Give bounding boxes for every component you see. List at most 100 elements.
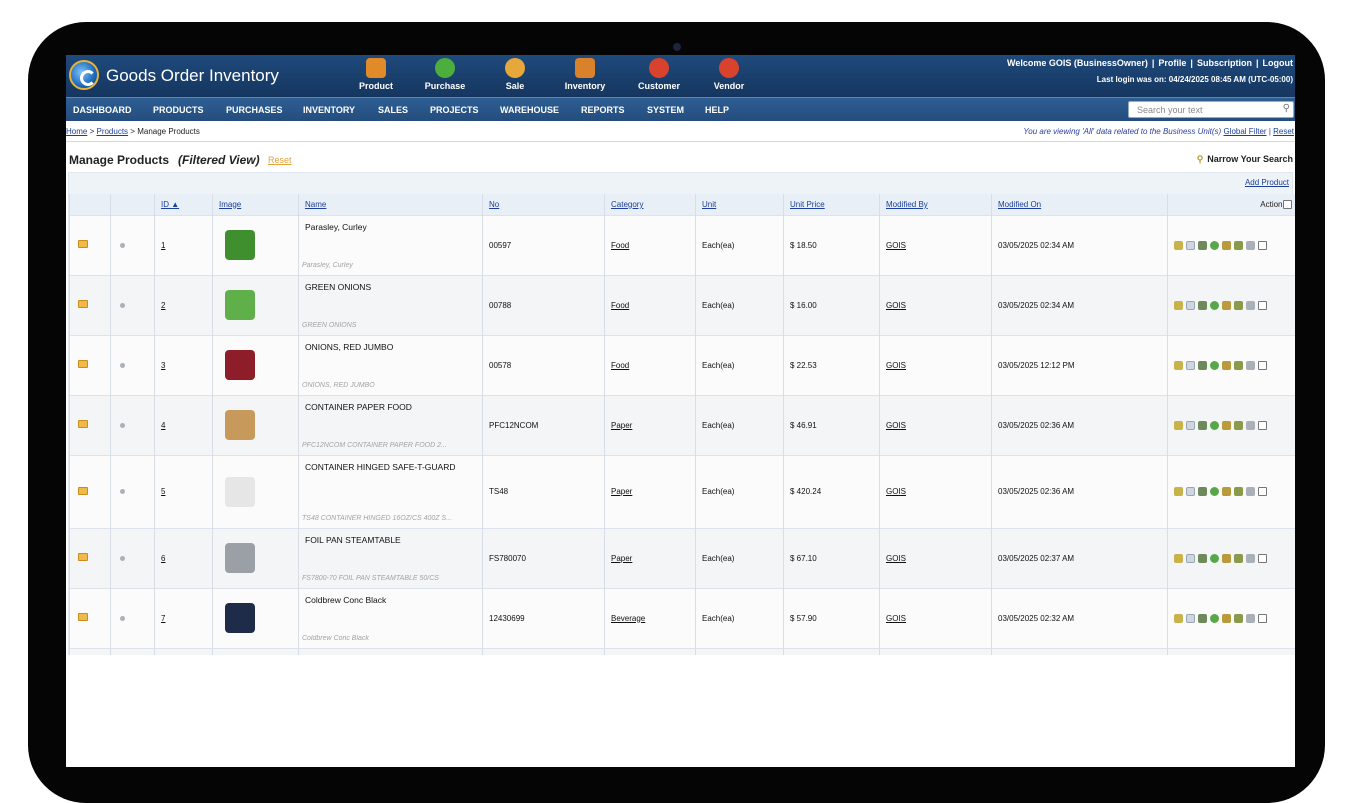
expand-dot-icon[interactable] [120,615,125,621]
category-link[interactable]: Food [611,241,629,250]
delete-icon[interactable] [1246,300,1255,310]
app-logo-icon[interactable] [69,60,99,90]
copy-icon[interactable] [1186,420,1195,430]
tag-icon[interactable] [1234,487,1243,497]
col-unit-header[interactable]: Unit [695,194,784,215]
hierarchy-icon[interactable] [1198,360,1207,370]
narrow-search-button[interactable]: ⚲ Narrow Your Search [1197,154,1293,165]
select-all-checkbox[interactable] [1282,199,1292,209]
edit-pencil-icon[interactable] [1174,553,1183,563]
copy-icon[interactable] [1186,553,1195,563]
row-checkbox[interactable] [1258,240,1267,250]
folder-icon[interactable] [78,613,88,621]
product-id-link[interactable]: 4 [161,421,165,430]
edit-pencil-icon[interactable] [1174,420,1183,430]
modified-by-link[interactable]: GOIS [886,614,906,623]
product-id-link[interactable]: 3 [161,361,165,370]
nav-projects[interactable]: PROJECTS [430,105,479,115]
module-inventory[interactable]: Inventory [550,58,620,91]
hierarchy-icon[interactable] [1198,487,1207,497]
category-link[interactable]: Food [611,301,629,310]
nav-warehouse[interactable]: WAREHOUSE [500,105,559,115]
product-id-link[interactable]: 7 [161,614,165,623]
row-checkbox[interactable] [1258,487,1267,497]
category-link[interactable]: Paper [611,487,632,496]
col-unit-price-header[interactable]: Unit Price [783,194,880,215]
search-input[interactable]: Search your text ⚲ [1128,101,1294,118]
edit-pencil-icon[interactable] [1174,240,1183,250]
stock-icon[interactable] [1222,240,1231,250]
folder-icon[interactable] [78,553,88,561]
folder-icon[interactable] [78,360,88,368]
col-modified-on-header[interactable]: Modified On [991,194,1168,215]
stock-icon[interactable] [1222,420,1231,430]
green-onion-image[interactable] [225,290,255,320]
add-product-link[interactable]: Add Product [1245,178,1289,187]
folder-icon[interactable] [78,420,88,428]
reset-filter-link[interactable]: Reset [268,155,292,165]
add-circle-icon[interactable] [1210,420,1219,430]
product-id-link[interactable]: 6 [161,554,165,563]
add-circle-icon[interactable] [1210,613,1219,623]
breadcrumb-home[interactable]: Home [66,127,87,136]
module-vendor[interactable]: Vendor [694,58,764,91]
tag-icon[interactable] [1234,553,1243,563]
nav-purchases[interactable]: PURCHASES [226,105,283,115]
nav-inventory[interactable]: INVENTORY [303,105,355,115]
parsley-image[interactable] [225,230,255,260]
category-link[interactable]: Paper [611,554,632,563]
paper-container-image[interactable] [225,410,255,440]
delete-icon[interactable] [1246,240,1255,250]
module-sale[interactable]: Sale [480,58,550,91]
add-circle-icon[interactable] [1210,240,1219,250]
folder-icon[interactable] [78,486,88,495]
hierarchy-icon[interactable] [1198,300,1207,310]
modified-by-link[interactable]: GOIS [886,421,906,430]
expand-dot-icon[interactable] [120,362,125,368]
global-filter-link[interactable]: Global Filter [1223,127,1266,136]
expand-dot-icon[interactable] [120,489,125,494]
copy-icon[interactable] [1186,360,1195,370]
tag-icon[interactable] [1234,300,1243,310]
folder-icon[interactable] [78,240,88,248]
tag-icon[interactable] [1234,360,1243,370]
add-circle-icon[interactable] [1210,300,1219,310]
module-product[interactable]: Product [341,58,411,91]
modified-by-link[interactable]: GOIS [886,241,906,250]
col-modified-by-header[interactable]: Modified By [879,194,992,215]
category-link[interactable]: Food [611,361,629,370]
row-checkbox[interactable] [1258,420,1267,430]
tag-icon[interactable] [1234,613,1243,623]
hierarchy-icon[interactable] [1198,240,1207,250]
hierarchy-icon[interactable] [1198,553,1207,563]
expand-dot-icon[interactable] [120,422,125,428]
stock-icon[interactable] [1222,553,1231,563]
nav-help[interactable]: HELP [705,105,729,115]
copy-icon[interactable] [1186,300,1195,310]
add-circle-icon[interactable] [1210,360,1219,370]
add-circle-icon[interactable] [1210,553,1219,563]
hierarchy-icon[interactable] [1198,420,1207,430]
edit-pencil-icon[interactable] [1174,487,1183,497]
modified-by-link[interactable]: GOIS [886,487,906,496]
modified-by-link[interactable]: GOIS [886,361,906,370]
copy-icon[interactable] [1186,487,1195,497]
row-checkbox[interactable] [1258,613,1267,623]
delete-icon[interactable] [1246,420,1255,430]
delete-icon[interactable] [1246,487,1255,497]
product-id-link[interactable]: 2 [161,301,165,310]
foil-pan-image[interactable] [225,543,255,573]
search-icon[interactable]: ⚲ [1283,103,1290,114]
coldbrew-bottle-image[interactable] [225,603,255,633]
row-checkbox[interactable] [1258,360,1267,370]
logout-link[interactable]: Logout [1263,58,1294,68]
col-image-header[interactable]: Image [212,194,299,215]
folder-icon[interactable] [78,300,88,308]
nav-products[interactable]: PRODUCTS [153,105,204,115]
module-purchase[interactable]: Purchase [410,58,480,91]
product-id-link[interactable]: 5 [161,487,165,496]
col-no-header[interactable]: No [482,194,605,215]
delete-icon[interactable] [1246,553,1255,563]
edit-pencil-icon[interactable] [1174,300,1183,310]
tag-icon[interactable] [1234,420,1243,430]
